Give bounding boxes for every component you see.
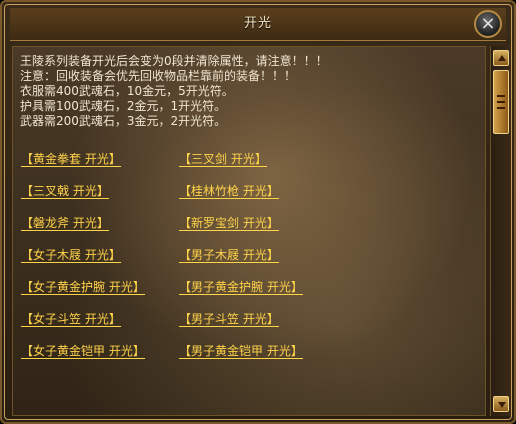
link-male-hat-kaiguang[interactable]: 【男子斗笠 开光】 bbox=[179, 312, 279, 327]
link-label: 磐龙斧 开光 bbox=[33, 216, 97, 230]
title-bar: 开光 × bbox=[10, 8, 506, 41]
bracket-right: 】 bbox=[254, 152, 267, 166]
link-label: 女子木屐 开光 bbox=[33, 248, 109, 262]
bracket-right: 】 bbox=[266, 248, 279, 262]
bracket-right: 】 bbox=[96, 216, 109, 230]
bracket-left: 【 bbox=[179, 152, 192, 166]
scroll-thumb[interactable] bbox=[493, 70, 509, 134]
link-label: 三叉戟 开光 bbox=[33, 184, 97, 198]
bracket-left: 【 bbox=[179, 344, 192, 358]
bracket-right: 】 bbox=[132, 280, 145, 294]
link-female-gold-bracers-kaiguang[interactable]: 【女子黄金护腕 开光】 bbox=[21, 280, 145, 295]
link-male-gold-bracers-kaiguang[interactable]: 【男子黄金护腕 开光】 bbox=[179, 280, 303, 295]
notice-line: 衣服需400武魂石，10金元，5开光符。 bbox=[20, 84, 234, 98]
notice-line: 王陵系列装备开光后会变为0段并清除属性，请注意！！！ bbox=[20, 54, 328, 68]
link-female-clogs-kaiguang[interactable]: 【女子木屐 开光】 bbox=[21, 248, 121, 263]
content-panel: 王陵系列装备开光后会变为0段并清除属性，请注意！！！ 注意：回收装备会优先回收物… bbox=[12, 46, 486, 416]
link-female-hat-kaiguang[interactable]: 【女子斗笠 开光】 bbox=[21, 312, 121, 327]
link-label: 新罗宝剑 开光 bbox=[191, 216, 267, 230]
bracket-right: 】 bbox=[266, 312, 279, 326]
link-label: 男子黄金铠甲 开光 bbox=[191, 344, 291, 358]
bracket-left: 【 bbox=[21, 216, 34, 230]
triangle-down-icon bbox=[498, 402, 506, 408]
bracket-left: 【 bbox=[179, 248, 192, 262]
notice-line: 武器需200武魂石，3金元，2开光符。 bbox=[20, 114, 227, 128]
bracket-right: 】 bbox=[108, 312, 121, 326]
notice-line: 护具需100武魂石，2金元，1开光符。 bbox=[20, 99, 227, 113]
link-label: 男子斗笠 开光 bbox=[191, 312, 267, 326]
link-trident-sword-kaiguang[interactable]: 【三叉剑 开光】 bbox=[179, 152, 267, 167]
link-female-gold-armor-kaiguang[interactable]: 【女子黄金铠甲 开光】 bbox=[21, 344, 145, 359]
link-silla-sword-kaiguang[interactable]: 【新罗宝剑 开光】 bbox=[179, 216, 279, 231]
bracket-right: 】 bbox=[266, 184, 279, 198]
grip-line bbox=[497, 101, 505, 103]
bracket-left: 【 bbox=[179, 280, 192, 294]
scroll-up-button[interactable] bbox=[493, 50, 509, 66]
bracket-left: 【 bbox=[21, 344, 34, 358]
bracket-right: 】 bbox=[290, 344, 303, 358]
link-trident-halberd-kaiguang[interactable]: 【三叉戟 开光】 bbox=[21, 184, 109, 199]
link-label: 三叉剑 开光 bbox=[191, 152, 255, 166]
bracket-right: 】 bbox=[108, 248, 121, 262]
bracket-right: 】 bbox=[108, 152, 121, 166]
bracket-left: 【 bbox=[21, 152, 34, 166]
notice-text: 王陵系列装备开光后会变为0段并清除属性，请注意！！！ 注意：回收装备会优先回收物… bbox=[20, 54, 328, 129]
grip-line bbox=[497, 95, 505, 97]
bracket-left: 【 bbox=[21, 312, 34, 326]
link-label: 男子黄金护腕 开光 bbox=[191, 280, 291, 294]
bracket-left: 【 bbox=[179, 312, 192, 326]
vertical-scrollbar[interactable] bbox=[490, 46, 511, 416]
link-label: 女子斗笠 开光 bbox=[33, 312, 109, 326]
link-gold-gauntlet-kaiguang[interactable]: 【黄金拳套 开光】 bbox=[21, 152, 121, 167]
link-label: 男子木屐 开光 bbox=[191, 248, 267, 262]
link-label: 黄金拳套 开光 bbox=[33, 152, 109, 166]
notice-line: 注意：回收装备会优先回收物品栏靠前的装备！！！ bbox=[20, 69, 297, 83]
link-male-clogs-kaiguang[interactable]: 【男子木屐 开光】 bbox=[179, 248, 279, 263]
bracket-left: 【 bbox=[21, 248, 34, 262]
link-guilin-bamboo-spear-kaiguang[interactable]: 【桂林竹枪 开光】 bbox=[179, 184, 279, 199]
link-label: 女子黄金铠甲 开光 bbox=[33, 344, 133, 358]
bracket-right: 】 bbox=[290, 280, 303, 294]
kaiguang-dialog: 开光 × 王陵系列装备开光后会变为0段并清除属性，请注意！！！ 注意：回收装备会… bbox=[0, 0, 516, 424]
bracket-left: 【 bbox=[21, 184, 34, 198]
triangle-up-icon bbox=[498, 55, 506, 61]
close-icon: × bbox=[480, 13, 496, 34]
bracket-right: 】 bbox=[266, 216, 279, 230]
bracket-right: 】 bbox=[132, 344, 145, 358]
link-dragon-axe-kaiguang[interactable]: 【磐龙斧 开光】 bbox=[21, 216, 109, 231]
close-button[interactable]: × bbox=[474, 10, 502, 38]
bracket-left: 【 bbox=[179, 216, 192, 230]
link-label: 女子黄金护腕 开光 bbox=[33, 280, 133, 294]
scroll-down-button[interactable] bbox=[493, 396, 509, 412]
grip-line bbox=[497, 107, 505, 109]
bracket-right: 】 bbox=[96, 184, 109, 198]
bracket-left: 【 bbox=[21, 280, 34, 294]
bracket-left: 【 bbox=[179, 184, 192, 198]
dialog-title: 开光 bbox=[243, 16, 272, 31]
link-label: 桂林竹枪 开光 bbox=[191, 184, 267, 198]
link-male-gold-armor-kaiguang[interactable]: 【男子黄金铠甲 开光】 bbox=[179, 344, 303, 359]
